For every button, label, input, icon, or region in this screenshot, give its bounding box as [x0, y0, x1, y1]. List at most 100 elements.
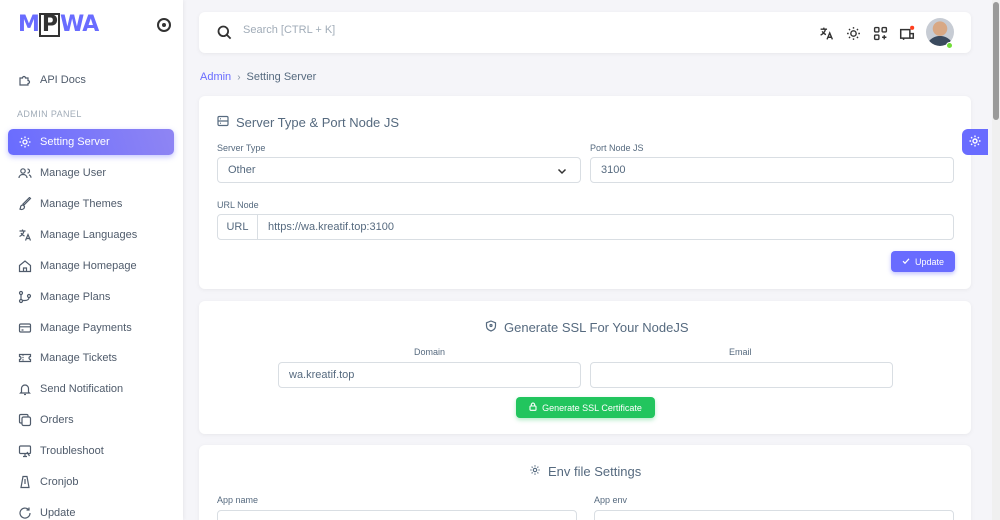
card-title: Server Type & Port Node JS	[236, 115, 400, 130]
sun-icon[interactable]	[845, 25, 861, 41]
app-name-label: App name	[217, 495, 259, 505]
breadcrumb-link-admin[interactable]: Admin	[200, 71, 231, 83]
email-label: Email	[729, 347, 752, 357]
sidebar-item-cronjob[interactable]: Cronjob	[8, 469, 174, 495]
online-status-badge	[946, 42, 953, 49]
card-title: Env file Settings	[548, 464, 642, 479]
sidebar-item-orders[interactable]: Orders	[8, 407, 174, 433]
card-title: Generate SSL For Your NodeJS	[504, 320, 689, 335]
copy-icon	[18, 413, 32, 427]
sidebar-item-label: Orders	[40, 414, 74, 426]
url-node-value: https://wa.kreatif.top:3100	[268, 221, 394, 233]
scrollbar-thumb[interactable]	[993, 2, 999, 120]
check-icon	[902, 257, 910, 267]
sidebar-item-label: Manage Plans	[40, 291, 111, 303]
ssl-card: Generate SSL For Your NodeJS Domain wa.k…	[199, 301, 971, 434]
sidebar-item-update[interactable]: Update	[8, 500, 174, 520]
logo-text-right: WA	[60, 12, 99, 37]
sidebar-item-label: Setting Server	[40, 136, 110, 148]
sidebar-item-manage-themes[interactable]: Manage Themes	[8, 191, 174, 217]
logo-text-box: P	[38, 13, 61, 37]
sidebar-item-label: Manage Homepage	[40, 260, 137, 272]
sidebar-item-setting-server[interactable]: Setting Server	[8, 129, 174, 155]
server-type-value: Other	[228, 164, 256, 176]
refresh-icon	[18, 506, 32, 520]
search-icon[interactable]	[217, 25, 232, 43]
sidebar-item-api-docs[interactable]: API Docs	[8, 67, 174, 93]
gear-icon	[529, 464, 541, 479]
credit-card-icon	[18, 321, 32, 335]
card-header: Server Type & Port Node JS	[217, 115, 399, 130]
puzzle-icon	[18, 73, 32, 87]
sidebar-item-manage-payments[interactable]: Manage Payments	[8, 315, 174, 341]
sidebar-item-manage-plans[interactable]: Manage Plans	[8, 284, 174, 310]
update-button-label: Update	[914, 256, 945, 267]
customizer-settings-button[interactable]	[962, 129, 988, 155]
sidebar-item-manage-tickets[interactable]: Manage Tickets	[8, 345, 174, 371]
gear-icon	[968, 134, 982, 151]
card-header: Generate SSL For Your NodeJS	[485, 320, 689, 335]
port-label: Port Node JS	[590, 143, 644, 153]
shield-icon	[485, 320, 497, 335]
top-navbar	[199, 12, 971, 53]
chevron-right-icon: ›	[237, 71, 241, 83]
sidebar: M P WA API Docs ADMIN PANEL Setting Server…	[0, 0, 183, 520]
env-settings-card: Env file Settings App name App env	[199, 445, 971, 520]
sidebar-item-label: Manage User	[40, 167, 107, 179]
logo[interactable]: M P WA	[18, 12, 99, 37]
server-type-select[interactable]: Other	[217, 157, 581, 183]
sidebar-item-label: Cronjob	[40, 476, 79, 488]
domain-input[interactable]: wa.kreatif.top	[278, 362, 581, 388]
apps-grid-icon[interactable]	[872, 25, 888, 41]
translate-icon[interactable]	[818, 25, 834, 41]
translate-icon	[18, 228, 32, 242]
sidebar-item-label: Manage Tickets	[40, 352, 118, 364]
lock-icon	[529, 402, 537, 413]
users-icon	[18, 166, 32, 180]
url-prefix: URL	[217, 214, 258, 240]
domain-label: Domain	[414, 347, 446, 357]
sidebar-item-label: API Docs	[40, 74, 86, 86]
timer-icon	[18, 475, 32, 489]
ticket-icon	[18, 351, 32, 365]
server-icon	[217, 115, 229, 130]
generate-ssl-button-label: Generate SSL Certificate	[542, 402, 642, 413]
server-settings-card: Server Type & Port Node JS Server Type O…	[199, 96, 971, 289]
gear-icon	[18, 135, 32, 149]
app-env-input[interactable]	[594, 510, 954, 520]
breadcrumb-current: Setting Server	[246, 71, 317, 83]
sidebar-item-label: Manage Payments	[40, 322, 132, 334]
sidebar-item-troubleshoot[interactable]: Troubleshoot	[8, 438, 174, 464]
home-icon	[18, 259, 32, 273]
port-input[interactable]: 3100	[590, 157, 954, 183]
sidebar-item-manage-homepage[interactable]: Manage Homepage	[8, 253, 174, 279]
update-button[interactable]: Update	[891, 251, 955, 272]
monitor-icon	[18, 444, 32, 458]
app-name-input[interactable]	[217, 510, 577, 520]
sidebar-item-label: Manage Languages	[40, 229, 138, 241]
generate-ssl-button[interactable]: Generate SSL Certificate	[516, 397, 655, 418]
sidebar-item-manage-languages[interactable]: Manage Languages	[8, 222, 174, 248]
sidebar-item-label: Update	[40, 507, 76, 519]
sidebar-section-label: ADMIN PANEL	[17, 109, 82, 119]
logo-text-left: M	[18, 12, 40, 37]
notification-icon[interactable]	[899, 25, 915, 41]
domain-value: wa.kreatif.top	[289, 369, 355, 381]
port-value: 3100	[601, 164, 626, 176]
url-node-input[interactable]: https://wa.kreatif.top:3100	[257, 214, 954, 240]
chevron-down-icon	[556, 165, 568, 180]
app-env-label: App env	[594, 495, 628, 505]
sidebar-item-label: Send Notification	[40, 383, 124, 395]
sidebar-item-send-notification[interactable]: Send Notification	[8, 376, 174, 402]
breadcrumb: Admin › Setting Server	[200, 71, 316, 83]
bell-icon	[18, 382, 32, 396]
brush-icon	[18, 197, 32, 211]
sidebar-item-label: Manage Themes	[40, 198, 123, 210]
url-node-label: URL Node	[217, 200, 259, 210]
search-input[interactable]	[243, 24, 543, 36]
git-icon	[18, 290, 32, 304]
email-input[interactable]	[590, 362, 893, 388]
sidebar-item-manage-user[interactable]: Manage User	[8, 160, 174, 186]
server-type-label: Server Type	[217, 143, 266, 153]
collapse-sidebar-button[interactable]	[157, 18, 171, 32]
